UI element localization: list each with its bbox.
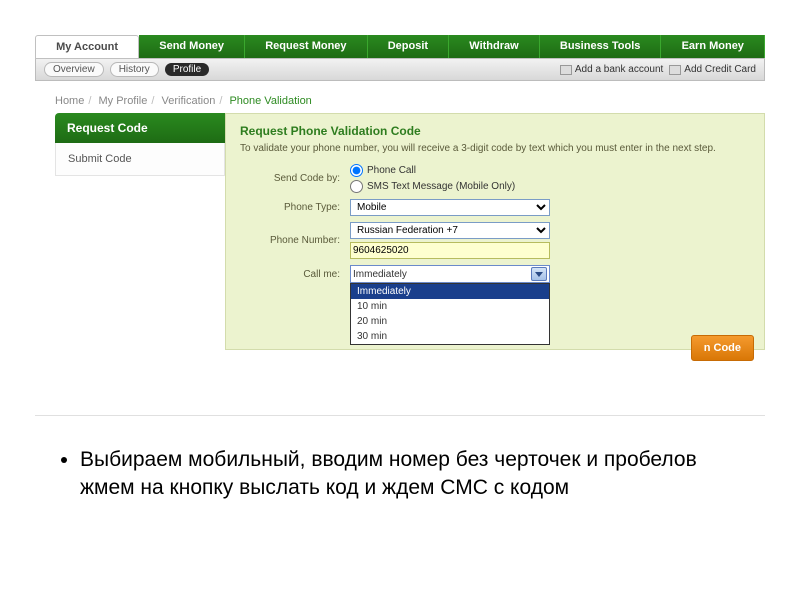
tab-send-money[interactable]: Send Money — [139, 35, 245, 58]
instruction-bullets: Выбираем мобильный, вводим номер без чер… — [80, 446, 740, 503]
tab-request-money[interactable]: Request Money — [245, 35, 368, 58]
subnav-profile[interactable]: Profile — [165, 63, 209, 76]
divider — [35, 415, 765, 416]
form-panel: Request Phone Validation Code To validat… — [225, 113, 765, 350]
tab-withdraw[interactable]: Withdraw — [449, 35, 540, 58]
crumb-home[interactable]: Home — [55, 95, 84, 107]
tab-business-tools[interactable]: Business Tools — [540, 35, 662, 58]
callme-option-30min[interactable]: 30 min — [351, 329, 549, 344]
radio-sms-label: SMS Text Message (Mobile Only) — [367, 181, 515, 192]
subnav-history[interactable]: History — [110, 62, 159, 77]
crumb-current: Phone Validation — [229, 95, 311, 107]
card-icon — [669, 65, 681, 75]
radio-phone-call-label: Phone Call — [367, 165, 416, 176]
sidebar-head-request-code[interactable]: Request Code — [55, 113, 225, 143]
radio-phone-call-input[interactable] — [350, 164, 363, 177]
callme-option-10min[interactable]: 10 min — [351, 299, 549, 314]
crumb-verification[interactable]: Verification — [162, 95, 216, 107]
label-send-by: Send Code by: — [240, 173, 350, 184]
crumb-profile[interactable]: My Profile — [98, 95, 147, 107]
radio-sms-input[interactable] — [350, 180, 363, 193]
subnav-overview[interactable]: Overview — [44, 62, 104, 77]
bank-icon — [560, 65, 572, 75]
instruction-item: Выбираем мобильный, вводим номер без чер… — [80, 446, 740, 503]
tab-deposit[interactable]: Deposit — [368, 35, 450, 58]
select-country-code[interactable]: Russian Federation +7 — [350, 222, 550, 239]
request-code-button[interactable]: n Code — [691, 335, 754, 361]
panel-title: Request Phone Validation Code — [240, 124, 750, 138]
label-phone-type: Phone Type: — [240, 202, 350, 213]
label-call-me: Call me: — [240, 269, 350, 280]
link-add-bank[interactable]: Add a bank account — [560, 64, 663, 75]
tab-my-account[interactable]: My Account — [35, 35, 139, 58]
panel-desc: To validate your phone number, you will … — [240, 142, 750, 156]
callme-dropdown[interactable]: Immediately Immediately 10 min 20 min 30… — [350, 265, 550, 283]
select-phone-type[interactable]: Mobile — [350, 199, 550, 216]
breadcrumb: Home/ My Profile/ Verification/ Phone Va… — [55, 95, 765, 107]
tab-earn-money[interactable]: Earn Money — [661, 35, 765, 58]
callme-options-list: Immediately 10 min 20 min 30 min — [350, 283, 550, 345]
main-nav: My Account Send Money Request Money Depo… — [35, 35, 765, 59]
radio-sms[interactable]: SMS Text Message (Mobile Only) — [350, 180, 750, 193]
label-phone-number: Phone Number: — [240, 235, 350, 246]
link-add-card[interactable]: Add Credit Card — [669, 64, 756, 75]
radio-phone-call[interactable]: Phone Call — [350, 164, 750, 177]
sub-nav: Overview History Profile Add a bank acco… — [35, 59, 765, 81]
phone-number-input[interactable] — [350, 242, 550, 259]
callme-value: Immediately — [353, 269, 407, 280]
chevron-down-icon[interactable] — [531, 267, 547, 281]
sidebar-item-submit-code[interactable]: Submit Code — [55, 143, 225, 176]
left-sidebar: Request Code Submit Code — [55, 113, 225, 350]
callme-option-immediately[interactable]: Immediately — [351, 284, 549, 299]
callme-option-20min[interactable]: 20 min — [351, 314, 549, 329]
